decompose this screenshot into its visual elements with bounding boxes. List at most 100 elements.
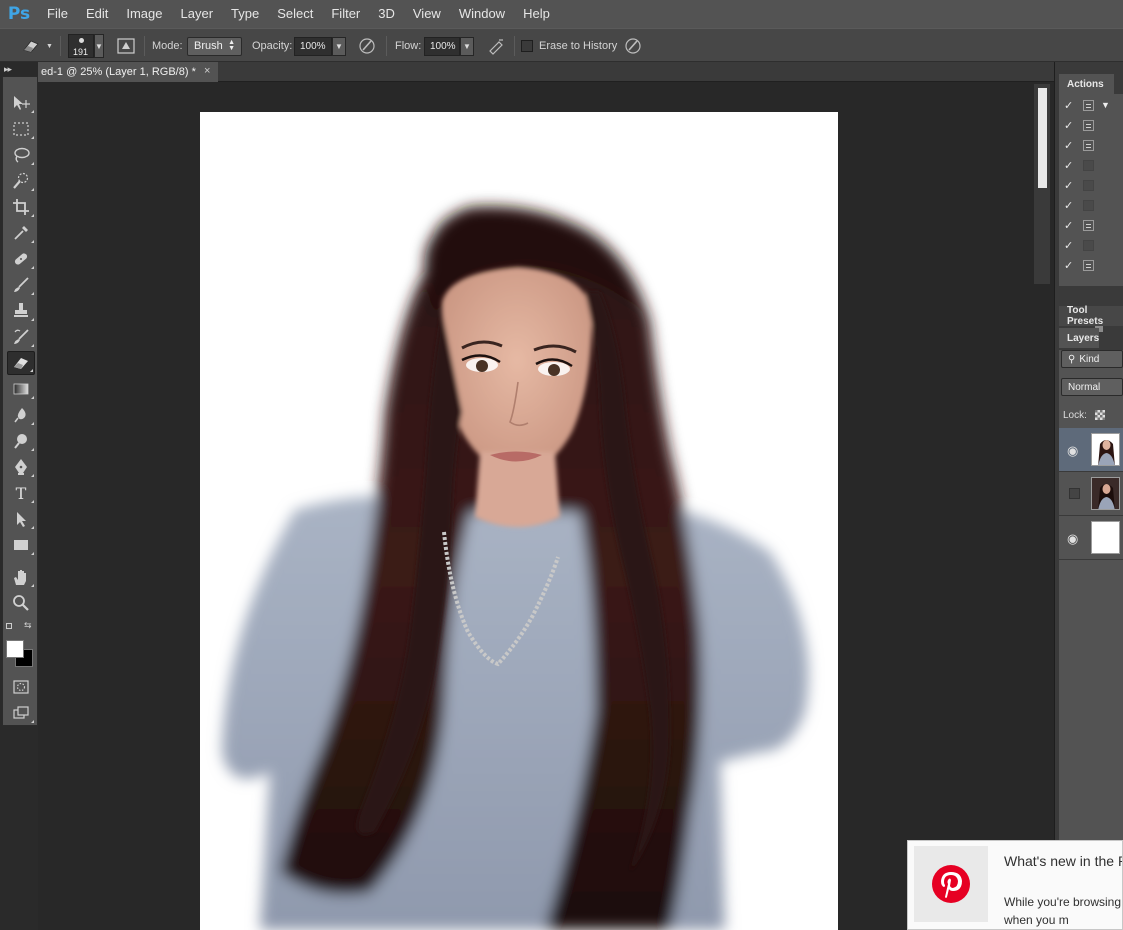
check-icon[interactable]: ✓ bbox=[1064, 119, 1073, 132]
action-row[interactable]: ✓ bbox=[1059, 176, 1123, 196]
check-icon[interactable]: ✓ bbox=[1064, 259, 1073, 272]
tools-panel: T ⇆ bbox=[2, 76, 38, 726]
dialog-toggle-icon[interactable] bbox=[1083, 180, 1094, 191]
document-tab[interactable]: ed-1 @ 25% (Layer 1, RGB/8) * bbox=[38, 62, 218, 82]
layer-row[interactable]: ◉ bbox=[1059, 516, 1123, 560]
flow-input[interactable]: 100% bbox=[424, 36, 460, 56]
swap-colors-icon[interactable]: ⇆ bbox=[24, 620, 32, 631]
brush-picker-dropdown[interactable]: ▼ bbox=[94, 34, 104, 58]
bandage-icon bbox=[14, 253, 28, 265]
menu-select[interactable]: Select bbox=[268, 0, 322, 28]
check-icon[interactable]: ✓ bbox=[1064, 159, 1073, 172]
lasso-tool[interactable] bbox=[7, 143, 35, 167]
action-row[interactable]: ✓ bbox=[1059, 156, 1123, 176]
action-row[interactable]: ✓ bbox=[1059, 256, 1123, 276]
screen-mode-button[interactable] bbox=[7, 701, 35, 725]
pressure-size-button[interactable] bbox=[622, 35, 644, 57]
menu-filter[interactable]: Filter bbox=[322, 0, 369, 28]
tool-preset-picker[interactable]: ▼ bbox=[20, 29, 53, 63]
dialog-toggle-icon[interactable] bbox=[1083, 120, 1094, 131]
layer-row[interactable]: ◉ bbox=[1059, 428, 1123, 472]
eye-icon[interactable]: ◉ bbox=[1067, 443, 1078, 459]
quick-mask-button[interactable] bbox=[7, 675, 35, 699]
check-icon[interactable]: ✓ bbox=[1064, 219, 1073, 232]
dialog-toggle-icon[interactable] bbox=[1083, 100, 1094, 111]
rectangular-marquee-tool[interactable] bbox=[7, 117, 35, 141]
crop-tool[interactable] bbox=[7, 195, 35, 219]
airbrush-button[interactable] bbox=[485, 35, 507, 57]
check-icon[interactable]: ✓ bbox=[1064, 99, 1073, 112]
brush-tool[interactable] bbox=[7, 273, 35, 297]
eraser-tool[interactable] bbox=[7, 351, 35, 375]
blur-tool[interactable] bbox=[7, 403, 35, 427]
chrome-notification[interactable]: What's new in the P Chrome While you're … bbox=[907, 840, 1123, 930]
brush-panel-toggle[interactable] bbox=[116, 29, 136, 63]
gradient-tool[interactable] bbox=[7, 377, 35, 401]
menu-view[interactable]: View bbox=[404, 0, 450, 28]
brush-preset-picker[interactable]: 191 ▼ bbox=[68, 29, 104, 63]
erase-to-history-option[interactable]: Erase to History bbox=[521, 29, 617, 63]
visibility-off-box[interactable] bbox=[1069, 488, 1080, 499]
menu-help[interactable]: Help bbox=[514, 0, 559, 28]
pressure-opacity-button[interactable] bbox=[356, 35, 378, 57]
menu-edit[interactable]: Edit bbox=[77, 0, 117, 28]
action-row[interactable]: ✓ bbox=[1059, 116, 1123, 136]
opacity-input[interactable]: 100% bbox=[294, 36, 332, 56]
dialog-toggle-icon[interactable] bbox=[1083, 200, 1094, 211]
check-icon[interactable]: ✓ bbox=[1064, 199, 1073, 212]
canvas-area[interactable] bbox=[38, 83, 1054, 930]
hand-tool[interactable] bbox=[7, 565, 35, 589]
actions-scrollbar[interactable] bbox=[1034, 84, 1050, 284]
dialog-toggle-icon[interactable] bbox=[1083, 240, 1094, 251]
tab-tool-presets[interactable]: Tool Presets bbox=[1059, 305, 1123, 327]
close-icon[interactable]: × bbox=[204, 65, 210, 77]
blend-mode-select[interactable]: Normal bbox=[1061, 378, 1123, 396]
document-canvas[interactable] bbox=[200, 112, 838, 930]
foreground-color-swatch[interactable] bbox=[6, 640, 24, 658]
menu-layer[interactable]: Layer bbox=[172, 0, 223, 28]
mode-select[interactable]: Brush ▲ ▼ bbox=[187, 36, 242, 56]
spot-healing-tool[interactable] bbox=[7, 247, 35, 271]
default-colors-icon[interactable] bbox=[6, 623, 12, 629]
check-icon[interactable]: ✓ bbox=[1064, 239, 1073, 252]
rectangle-tool[interactable] bbox=[7, 533, 35, 557]
erase-to-history-checkbox[interactable] bbox=[521, 40, 533, 52]
zoom-tool[interactable] bbox=[7, 591, 35, 615]
dialog-toggle-icon[interactable] bbox=[1083, 220, 1094, 231]
opacity-dropdown[interactable]: ▼ bbox=[332, 36, 346, 56]
dialog-toggle-icon[interactable] bbox=[1083, 260, 1094, 271]
tab-layers[interactable]: Layers bbox=[1059, 328, 1099, 348]
dodge-tool[interactable] bbox=[7, 429, 35, 453]
action-row[interactable]: ✓ bbox=[1059, 236, 1123, 256]
quick-selection-tool[interactable] bbox=[7, 169, 35, 193]
history-brush-tool[interactable] bbox=[7, 325, 35, 349]
tab-actions[interactable]: Actions bbox=[1059, 74, 1114, 94]
action-row[interactable]: ✓ bbox=[1059, 136, 1123, 156]
menu-3d[interactable]: 3D bbox=[369, 0, 404, 28]
action-row[interactable]: ✓ ▼ bbox=[1059, 96, 1123, 116]
check-icon[interactable]: ✓ bbox=[1064, 139, 1073, 152]
pen-tool[interactable] bbox=[7, 455, 35, 479]
flow-dropdown[interactable]: ▼ bbox=[460, 36, 474, 56]
actions-scrollbar-thumb[interactable] bbox=[1038, 88, 1047, 188]
layer-row[interactable] bbox=[1059, 472, 1123, 516]
action-row[interactable]: ✓ bbox=[1059, 196, 1123, 216]
menu-image[interactable]: Image bbox=[117, 0, 171, 28]
dialog-toggle-icon[interactable] bbox=[1083, 140, 1094, 151]
type-tool[interactable]: T bbox=[7, 481, 35, 505]
expand-triangle-icon[interactable]: ▼ bbox=[1101, 100, 1110, 110]
layer-filter-select[interactable]: ⚲ Kind bbox=[1061, 350, 1123, 368]
eyedropper-tool[interactable] bbox=[7, 221, 35, 245]
menu-type[interactable]: Type bbox=[222, 0, 268, 28]
move-tool[interactable] bbox=[7, 91, 35, 115]
path-selection-tool[interactable] bbox=[7, 507, 35, 531]
dialog-toggle-icon[interactable] bbox=[1083, 160, 1094, 171]
menu-window[interactable]: Window bbox=[450, 0, 514, 28]
collapse-arrows-icon[interactable]: ▸▸ bbox=[4, 64, 12, 75]
check-icon[interactable]: ✓ bbox=[1064, 179, 1073, 192]
clone-stamp-tool[interactable] bbox=[7, 299, 35, 323]
action-row[interactable]: ✓ bbox=[1059, 216, 1123, 236]
lock-transparency-icon[interactable] bbox=[1095, 410, 1105, 420]
menu-file[interactable]: File bbox=[38, 0, 77, 28]
eye-icon[interactable]: ◉ bbox=[1067, 531, 1078, 547]
